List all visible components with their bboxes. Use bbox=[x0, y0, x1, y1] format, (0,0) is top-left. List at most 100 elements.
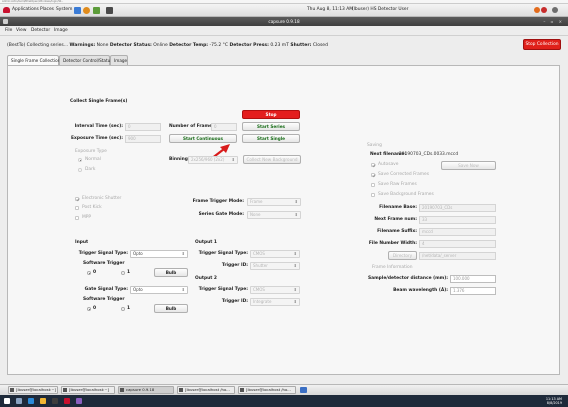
window-controls[interactable]: – ▫ × bbox=[543, 19, 564, 24]
series-gate-select[interactable]: None ⬍ bbox=[247, 211, 301, 219]
save-now-button[interactable]: Save Now bbox=[441, 161, 496, 170]
out2-trigger-signal-select[interactable]: CMOS ⬍ bbox=[250, 286, 300, 294]
menu-bar: File View Detector Image bbox=[0, 26, 568, 36]
host-clock[interactable]: 11:13 AM 8/8/2019 bbox=[546, 397, 562, 405]
desktop-top-panel: Applications Places System Thu Aug 8, 11… bbox=[0, 4, 568, 17]
warnings-label: Warnings: bbox=[69, 43, 96, 48]
software-trigger-0-radio[interactable] bbox=[87, 271, 91, 275]
collect-background-button[interactable]: Collect New Background bbox=[243, 155, 301, 164]
firefox-launcher-icon[interactable] bbox=[83, 7, 90, 14]
menu-file[interactable]: File bbox=[5, 28, 12, 33]
task-terminal-3[interactable]: [lbuser@localhost /ho... bbox=[177, 386, 235, 394]
tab-image[interactable]: Image bbox=[110, 55, 128, 65]
update-icon[interactable] bbox=[534, 7, 540, 13]
workspace-icon[interactable] bbox=[300, 387, 307, 393]
software-trigger-1-radio[interactable] bbox=[121, 271, 125, 275]
normal-radio[interactable] bbox=[78, 158, 82, 162]
detector-temp-label: Detector Temp: bbox=[169, 43, 209, 48]
task-terminal-4-label: [lbuser@localhost /ho... bbox=[246, 387, 291, 392]
directory-button[interactable]: Directory bbox=[388, 251, 417, 260]
editor-launcher-icon[interactable] bbox=[93, 7, 100, 14]
binning-select[interactable]: 2x256/960 (2x2) ⬍ bbox=[188, 156, 238, 164]
status-line: (BestTo) Collecting series... Warnings: … bbox=[7, 43, 328, 48]
dark-radio[interactable] bbox=[78, 168, 82, 172]
exposure-time-input[interactable]: 900 bbox=[125, 135, 161, 143]
places-menu[interactable]: Places bbox=[40, 7, 54, 12]
panel-user[interactable]: (lbuser) HS Detector User bbox=[352, 7, 408, 12]
software-trigger2-0-label: 0 bbox=[93, 306, 97, 311]
out1-trigger-id-dropdown-icon: ⬍ bbox=[293, 263, 297, 268]
shutter-value: Closed bbox=[312, 43, 328, 48]
num-frames-label: Number of Frames: bbox=[169, 124, 217, 129]
save-corrected-checkbox[interactable] bbox=[371, 173, 375, 177]
input-heading: Input bbox=[75, 240, 89, 245]
software-trigger2-0-radio[interactable] bbox=[87, 307, 91, 311]
filename-base-input[interactable]: 20190703_CDs bbox=[419, 204, 496, 212]
stop-button[interactable]: Stop bbox=[242, 110, 300, 119]
window-titlebar[interactable]: capsure 0.9.18 – ▫ × bbox=[0, 17, 568, 26]
save-background-checkbox[interactable] bbox=[371, 193, 375, 197]
out2-trigger-id-select[interactable]: Integrate ⬍ bbox=[250, 298, 300, 306]
volume-icon[interactable] bbox=[552, 7, 558, 13]
task-terminal-4[interactable]: [lbuser@localhost /ho... bbox=[238, 386, 296, 394]
start-continuous-button[interactable]: Start Continuous bbox=[169, 134, 237, 143]
filename-suffix-input[interactable]: mccd bbox=[419, 228, 496, 236]
software-trigger2-label: Software Trigger bbox=[83, 297, 125, 302]
software-trigger2-1-radio[interactable] bbox=[121, 307, 125, 311]
next-frame-input[interactable]: 33 bbox=[419, 216, 496, 224]
mpp-label: MPP bbox=[82, 215, 92, 220]
menu-detector[interactable]: Detector bbox=[31, 28, 50, 33]
vm-icon[interactable] bbox=[64, 398, 70, 404]
task-terminal-1[interactable]: [lbuser@localhost:~] bbox=[8, 386, 58, 394]
post-kick-checkbox[interactable] bbox=[75, 206, 79, 210]
electronic-shutter-checkbox[interactable] bbox=[75, 197, 79, 201]
bulb-button[interactable]: Bulb bbox=[154, 268, 188, 277]
panel-clock[interactable]: Thu Aug 8, 11:13 AM bbox=[307, 7, 353, 12]
menu-view[interactable]: View bbox=[16, 28, 26, 33]
app-icon[interactable] bbox=[76, 398, 82, 404]
system-menu[interactable]: System bbox=[56, 7, 72, 12]
bulb2-button[interactable]: Bulb bbox=[154, 304, 188, 313]
stop-collection-button[interactable]: Stop Collection bbox=[523, 39, 561, 50]
save-raw-checkbox[interactable] bbox=[371, 183, 375, 187]
search-icon[interactable] bbox=[16, 398, 22, 404]
gate-signal-type-select[interactable]: Opto ⬍ bbox=[130, 286, 188, 294]
start-single-button[interactable]: Start Single bbox=[242, 134, 300, 143]
terminal-launcher-icon[interactable] bbox=[106, 7, 113, 14]
file-number-width-label: File Number Width: bbox=[368, 241, 417, 246]
tab-detector-control-status[interactable]: Detector Control/Status bbox=[59, 55, 112, 65]
browser-launcher-icon[interactable] bbox=[74, 7, 81, 14]
start-series-button[interactable]: Start Series bbox=[242, 122, 300, 131]
menu-image[interactable]: Image bbox=[54, 28, 68, 33]
task-terminal-1-label: [lbuser@localhost:~] bbox=[16, 387, 57, 392]
task-terminal-2-label: [lbuser@localhost:~] bbox=[69, 387, 110, 392]
task-capsure[interactable]: capsure 0.9.18 bbox=[118, 386, 174, 394]
task-terminal-2[interactable]: [lbuser@localhost:~] bbox=[61, 386, 115, 394]
store-icon[interactable] bbox=[52, 398, 58, 404]
shutter-label: Shutter: bbox=[290, 43, 312, 48]
directory-input[interactable]: /net/data/_server bbox=[419, 252, 496, 260]
window-title: capsure 0.9.18 bbox=[268, 19, 300, 24]
applications-menu[interactable]: Applications bbox=[12, 7, 39, 12]
mpp-checkbox[interactable] bbox=[75, 216, 79, 220]
notification-icon[interactable] bbox=[541, 7, 547, 13]
out1-trigger-id-select[interactable]: Shutter ⬍ bbox=[250, 262, 300, 270]
explorer-icon[interactable] bbox=[40, 398, 46, 404]
trigger-signal-type-select[interactable]: Opto ⬍ bbox=[130, 250, 188, 258]
sample-distance-input[interactable]: 100.000 bbox=[450, 275, 496, 283]
num-frames-input[interactable]: 0 bbox=[211, 123, 237, 131]
autosave-checkbox[interactable] bbox=[371, 163, 375, 167]
filename-base-label: Filename Base: bbox=[379, 205, 417, 210]
screen: Admin:Actin/Gold/RhelOpen/Windows/login/… bbox=[0, 0, 568, 407]
software-trigger-1-label: 1 bbox=[127, 270, 131, 275]
start-icon[interactable] bbox=[4, 398, 10, 404]
interval-time-input[interactable]: 0 bbox=[125, 123, 161, 131]
redhat-logo-icon[interactable] bbox=[3, 7, 10, 13]
out1-trigger-signal-label: Trigger Signal Type: bbox=[198, 251, 248, 256]
frame-trigger-select[interactable]: Frame ⬍ bbox=[247, 198, 301, 206]
beam-wavelength-input[interactable]: 1.376 bbox=[450, 287, 496, 295]
out1-trigger-signal-select[interactable]: CMOS ⬍ bbox=[250, 250, 300, 258]
exposure-type-label: Exposure Type bbox=[75, 149, 107, 154]
edge-icon[interactable] bbox=[28, 398, 34, 404]
file-number-width-input[interactable]: 4 bbox=[419, 240, 496, 248]
